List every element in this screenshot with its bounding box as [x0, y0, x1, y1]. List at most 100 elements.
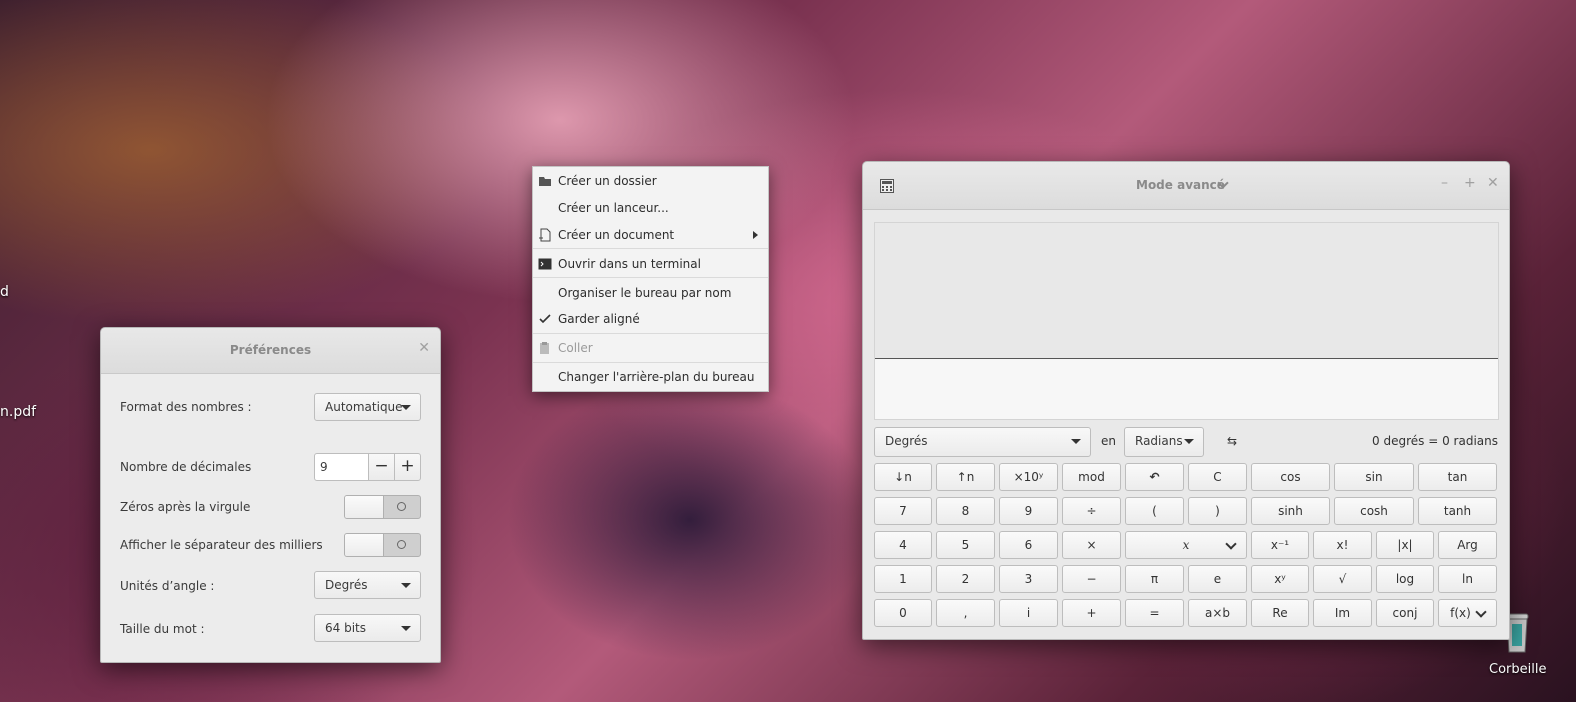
desktop-file-label[interactable]: n.pdf [0, 404, 36, 420]
calc-button[interactable]: sinh [1251, 497, 1330, 525]
calc-button[interactable]: , [936, 599, 995, 627]
variable-select[interactable]: x [1125, 531, 1247, 559]
menu-item-create-launcher[interactable]: Créer un lanceur... [533, 195, 768, 221]
calc-button[interactable]: ↑n [936, 463, 995, 491]
calc-button[interactable]: 2 [936, 565, 995, 593]
menu-separator [533, 277, 768, 278]
mode-selector[interactable]: Mode avancé [1136, 178, 1225, 192]
calc-button[interactable]: mod [1062, 463, 1121, 491]
calc-button[interactable]: ÷ [1062, 497, 1121, 525]
clear-button[interactable]: C [1188, 463, 1247, 491]
menu-item-keep-aligned[interactable]: Garder aligné [533, 306, 768, 332]
calc-button[interactable]: log [1376, 565, 1434, 593]
calc-button[interactable]: conj [1376, 599, 1434, 627]
menu-item-label: Garder aligné [558, 312, 640, 326]
menu-item-open-terminal[interactable]: Ouvrir dans un terminal [533, 251, 768, 277]
calc-button[interactable]: i [999, 599, 1058, 627]
preferences-dialog: Préférences ✕ Format des nombres : Autom… [100, 327, 441, 663]
calc-button[interactable]: 8 [936, 497, 995, 525]
calc-button[interactable]: 6 [999, 531, 1058, 559]
decimals-decrement-button[interactable]: − [368, 453, 395, 481]
calculator-window: Mode avancé – + ✕ Degrés en Radians ⇆ 0 … [862, 161, 1510, 640]
menu-item-label: Changer l'arrière-plan du bureau [558, 370, 755, 384]
calc-button[interactable]: ) [1188, 497, 1247, 525]
word-size-select[interactable]: 64 bits [314, 614, 421, 642]
calculator-titlebar[interactable]: Mode avancé – + ✕ [863, 162, 1509, 210]
trash-label: Corbeille [1489, 662, 1547, 677]
calc-button[interactable]: 5 [936, 531, 995, 559]
calc-button[interactable]: Re [1251, 599, 1309, 627]
calc-button[interactable]: Im [1313, 599, 1372, 627]
calc-button[interactable]: × [1062, 531, 1121, 559]
calc-button[interactable]: xʸ [1251, 565, 1309, 593]
number-format-select[interactable]: Automatique [314, 393, 421, 421]
trailing-zeros-switch[interactable] [344, 495, 421, 519]
thousands-separator-switch[interactable] [344, 533, 421, 557]
calc-button[interactable]: e [1188, 565, 1247, 593]
history-area [875, 223, 1498, 359]
close-icon[interactable]: ✕ [418, 340, 430, 356]
thousands-separator-label: Afficher le séparateur des milliers [120, 538, 323, 552]
calc-button[interactable]: tanh [1418, 497, 1497, 525]
calc-button[interactable]: + [1062, 599, 1121, 627]
paste-icon [540, 342, 549, 354]
decimals-input[interactable]: 9 [314, 453, 369, 481]
menu-separator [533, 333, 768, 334]
desktop-context-menu: Créer un dossier Créer un lanceur... Cré… [532, 166, 769, 392]
calc-button[interactable]: |x| [1376, 531, 1434, 559]
close-icon[interactable]: ✕ [1487, 175, 1499, 191]
calc-button[interactable]: cos [1251, 463, 1330, 491]
submenu-arrow-icon [753, 231, 758, 239]
calc-button[interactable]: tan [1418, 463, 1497, 491]
dropdown-caret-icon [401, 405, 411, 410]
calc-button[interactable]: √ [1313, 565, 1372, 593]
menu-item-create-folder[interactable]: Créer un dossier [533, 168, 768, 194]
chevron-down-icon [1475, 606, 1487, 618]
menu-item-change-background[interactable]: Changer l'arrière-plan du bureau [533, 364, 768, 390]
calc-button[interactable]: x⁻¹ [1251, 531, 1309, 559]
angle-units-select[interactable]: Degrés [314, 571, 421, 599]
calc-button[interactable]: 4 [874, 531, 932, 559]
function-select[interactable]: f(x) [1438, 599, 1497, 627]
document-new-icon [539, 228, 551, 242]
calc-button[interactable]: 3 [999, 565, 1058, 593]
preferences-titlebar[interactable]: Préférences ✕ [101, 328, 440, 374]
menu-separator [533, 362, 768, 363]
calc-button[interactable]: ×10ʸ [999, 463, 1058, 491]
calc-button[interactable]: 1 [874, 565, 932, 593]
equals-button[interactable]: = [1125, 599, 1184, 627]
calc-button[interactable]: 9 [999, 497, 1058, 525]
menu-item-arrange-by-name[interactable]: Organiser le bureau par nom [533, 280, 768, 306]
word-size-label: Taille du mot : [120, 622, 205, 636]
calc-button[interactable]: Arg [1438, 531, 1497, 559]
calculator-display[interactable] [874, 222, 1499, 420]
number-format-label: Format des nombres : [120, 400, 252, 414]
decimals-label: Nombre de décimales [120, 460, 252, 474]
swap-units-icon[interactable]: ⇆ [1227, 434, 1237, 448]
desktop-file-label[interactable]: d [0, 284, 9, 300]
menu-item-label: Créer un lanceur... [558, 201, 669, 215]
calc-button[interactable]: ↓n [874, 463, 932, 491]
calc-button[interactable]: cosh [1334, 497, 1414, 525]
decimals-increment-button[interactable]: + [394, 453, 421, 481]
calc-button[interactable]: 7 [874, 497, 932, 525]
maximize-icon[interactable]: + [1464, 175, 1476, 191]
convert-from-select[interactable]: Degrés [874, 427, 1091, 457]
calc-button[interactable]: ( [1125, 497, 1184, 525]
calc-button[interactable]: 0 [874, 599, 932, 627]
convert-to-value: Radians [1135, 434, 1183, 448]
calculator-app-icon [880, 179, 894, 193]
minimize-icon[interactable]: – [1441, 175, 1448, 191]
convert-to-select[interactable]: Radians [1124, 427, 1204, 457]
switch-knob [345, 496, 384, 518]
calc-button[interactable]: a×b [1188, 599, 1247, 627]
dropdown-caret-icon [1184, 439, 1194, 444]
menu-item-label: Ouvrir dans un terminal [558, 257, 701, 271]
undo-icon[interactable]: ↶ [1125, 463, 1184, 491]
calc-button[interactable]: π [1125, 565, 1184, 593]
calc-button[interactable]: x! [1313, 531, 1372, 559]
calc-button[interactable]: ln [1438, 565, 1497, 593]
menu-item-create-document[interactable]: Créer un document [533, 222, 768, 248]
calc-button[interactable]: sin [1334, 463, 1414, 491]
calc-button[interactable]: − [1062, 565, 1121, 593]
